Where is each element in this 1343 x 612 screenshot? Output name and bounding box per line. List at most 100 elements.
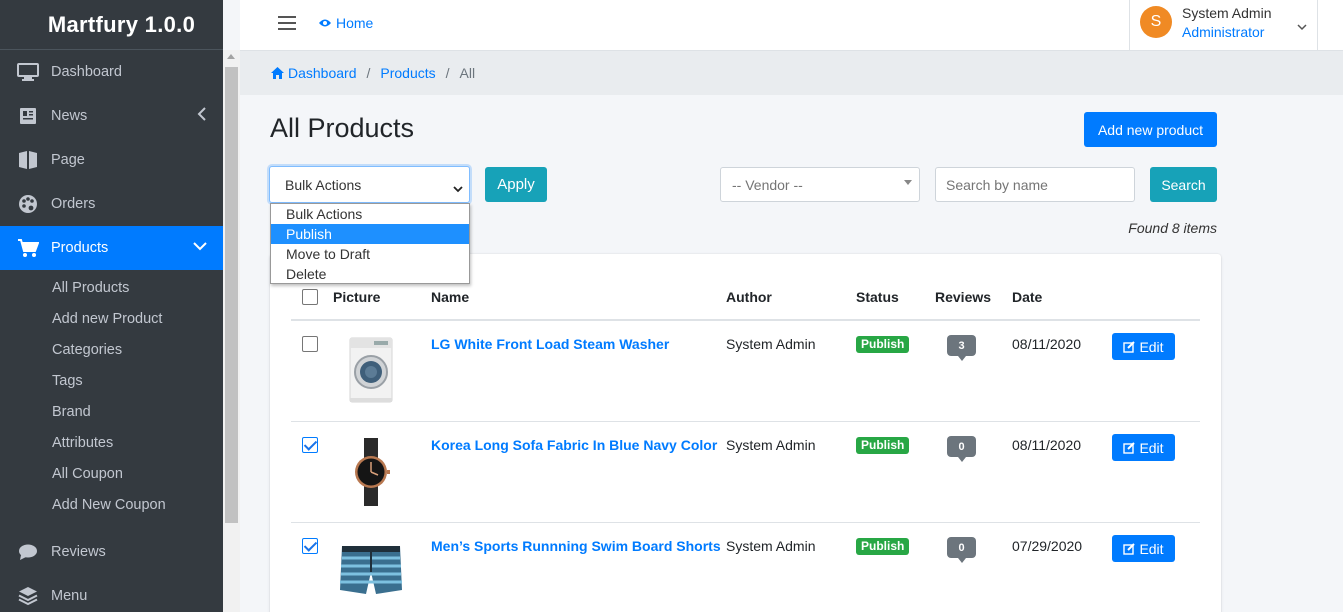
breadcrumb-separator: / bbox=[366, 65, 371, 81]
sidebar-item-reviews[interactable]: Reviews bbox=[0, 530, 223, 574]
sidebar-item-label: Menu bbox=[51, 588, 88, 604]
edit-icon bbox=[1123, 542, 1136, 555]
news-icon bbox=[16, 106, 40, 126]
sidebar-scrollbar[interactable] bbox=[223, 50, 240, 612]
sidebar-item-orders[interactable]: Orders bbox=[0, 182, 223, 226]
breadcrumb: Dashboard / Products / All bbox=[240, 51, 1343, 95]
bulk-option-publish[interactable]: Publish bbox=[271, 224, 469, 244]
sidebar-item-label: Reviews bbox=[51, 544, 106, 560]
sidebar-subitem-attributes[interactable]: Attributes bbox=[0, 427, 223, 458]
column-header-picture: Picture bbox=[333, 289, 381, 305]
edit-button-label: Edit bbox=[1139, 338, 1164, 355]
user-menu[interactable]: S System Admin Administrator bbox=[1129, 0, 1318, 50]
monitor-icon bbox=[16, 62, 40, 82]
home-link-label: Home bbox=[336, 15, 374, 31]
page-title: All Products bbox=[270, 113, 415, 143]
page-icon bbox=[16, 150, 40, 170]
column-header-reviews[interactable]: Reviews bbox=[935, 289, 991, 305]
product-name-link[interactable]: Korea Long Sofa Fabric In Blue Navy Colo… bbox=[431, 437, 717, 453]
column-header-author[interactable]: Author bbox=[726, 289, 772, 305]
search-input[interactable] bbox=[935, 167, 1135, 202]
apply-button[interactable]: Apply bbox=[485, 167, 547, 202]
sidebar-item-label: Dashboard bbox=[51, 64, 122, 80]
sidebar-item-dashboard[interactable]: Dashboard bbox=[0, 50, 223, 94]
sidebar-item-label: News bbox=[51, 108, 88, 124]
edit-button[interactable]: Edit bbox=[1112, 535, 1175, 562]
product-date: 08/11/2020 bbox=[1012, 336, 1082, 352]
row-checkbox[interactable] bbox=[302, 437, 318, 453]
sidebar-item-products[interactable]: Products bbox=[0, 226, 223, 270]
bulk-actions-value: Bulk Actions bbox=[285, 176, 362, 193]
sidebar-subitem-all-products[interactable]: All Products bbox=[0, 272, 223, 303]
shorts-image[interactable] bbox=[336, 538, 406, 610]
row-divider bbox=[291, 421, 1200, 422]
row-divider bbox=[291, 522, 1200, 523]
edit-button-label: Edit bbox=[1139, 540, 1164, 557]
row-checkbox[interactable] bbox=[302, 538, 318, 554]
chevron-down-icon bbox=[193, 239, 207, 255]
product-author: System Admin bbox=[726, 538, 816, 554]
sidebar-subitem-tags[interactable]: Tags bbox=[0, 365, 223, 396]
product-date: 08/11/2020 bbox=[1012, 437, 1082, 453]
product-name-link[interactable]: Men’s Sports Runnning Swim Board Shorts bbox=[431, 538, 721, 554]
select-all-checkbox[interactable] bbox=[302, 289, 318, 305]
product-name-link[interactable]: LG White Front Load Steam Washer bbox=[431, 336, 669, 352]
breadcrumb-products[interactable]: Products bbox=[380, 65, 435, 81]
palette-icon bbox=[16, 194, 40, 214]
topbar: Home S System Admin Administrator bbox=[240, 0, 1343, 51]
sidebar-subitem-all-coupon[interactable]: All Coupon bbox=[0, 458, 223, 489]
user-name: System Admin bbox=[1182, 5, 1272, 21]
layers-icon bbox=[16, 586, 40, 606]
breadcrumb-current: All bbox=[459, 65, 476, 81]
sidebar: Martfury 1.0.0 Dashboard News Page Order… bbox=[0, 0, 223, 612]
hamburger-menu-icon[interactable] bbox=[278, 16, 296, 34]
chevron-down-icon bbox=[1297, 18, 1307, 34]
edit-icon bbox=[1123, 340, 1136, 353]
bulk-option-delete[interactable]: Delete bbox=[271, 264, 469, 284]
vendor-select[interactable]: -- Vendor -- bbox=[720, 167, 920, 202]
products-table-card bbox=[270, 254, 1221, 612]
edit-button[interactable]: Edit bbox=[1112, 333, 1175, 360]
sidebar-subitem-brand[interactable]: Brand bbox=[0, 396, 223, 427]
breadcrumb-separator: / bbox=[445, 65, 450, 81]
search-button[interactable]: Search bbox=[1150, 167, 1217, 202]
column-header-name[interactable]: Name bbox=[431, 289, 469, 305]
bulk-option-move-to-draft[interactable]: Move to Draft bbox=[271, 244, 469, 264]
user-role: Administrator bbox=[1182, 24, 1265, 40]
sidebar-subitem-categories[interactable]: Categories bbox=[0, 334, 223, 365]
sidebar-item-label: Orders bbox=[51, 196, 96, 212]
sidebar-item-label: Page bbox=[51, 152, 85, 168]
bulk-actions-select[interactable]: Bulk Actions bbox=[269, 166, 470, 203]
sidebar-item-page[interactable]: Page bbox=[0, 138, 223, 182]
breadcrumb-dashboard[interactable]: Dashboard bbox=[271, 65, 357, 81]
home-link[interactable]: Home bbox=[318, 15, 373, 31]
product-author: System Admin bbox=[726, 437, 816, 453]
edit-button-label: Edit bbox=[1139, 439, 1164, 456]
sidebar-item-menu[interactable]: Menu bbox=[0, 574, 223, 612]
found-count: Found 8 items bbox=[1128, 220, 1217, 236]
reviews-count-badge[interactable]: 0 bbox=[947, 537, 976, 563]
column-header-date[interactable]: Date bbox=[1012, 289, 1042, 305]
row-checkbox[interactable] bbox=[302, 336, 318, 352]
washer-image[interactable] bbox=[336, 336, 406, 408]
watch-image[interactable] bbox=[336, 436, 406, 508]
chevron-down-icon bbox=[453, 180, 463, 196]
reviews-count-badge[interactable]: 0 bbox=[947, 436, 976, 462]
sidebar-subitem-add-new-product[interactable]: Add new Product bbox=[0, 303, 223, 334]
edit-button[interactable]: Edit bbox=[1112, 434, 1175, 461]
vendor-placeholder: -- Vendor -- bbox=[732, 176, 803, 193]
bulk-option-bulk-actions[interactable]: Bulk Actions bbox=[271, 204, 469, 224]
status-badge: Publish bbox=[856, 538, 910, 555]
table-header-divider bbox=[291, 319, 1200, 321]
column-header-status[interactable]: Status bbox=[856, 289, 899, 305]
chevron-left-icon bbox=[197, 107, 207, 125]
brand-logo[interactable]: Martfury 1.0.0 bbox=[0, 0, 223, 50]
bulk-actions-dropdown: Bulk Actions Publish Move to Draft Delet… bbox=[270, 203, 470, 284]
sidebar-subitem-add-new-coupon[interactable]: Add New Coupon bbox=[0, 489, 223, 520]
sidebar-item-news[interactable]: News bbox=[0, 94, 223, 138]
reviews-count-badge[interactable]: 3 bbox=[947, 335, 976, 361]
scroll-up-arrow-icon[interactable] bbox=[227, 54, 235, 59]
scrollbar-thumb[interactable] bbox=[225, 67, 238, 523]
add-new-product-button[interactable]: Add new product bbox=[1084, 112, 1217, 147]
sidebar-item-label: Products bbox=[51, 240, 109, 256]
